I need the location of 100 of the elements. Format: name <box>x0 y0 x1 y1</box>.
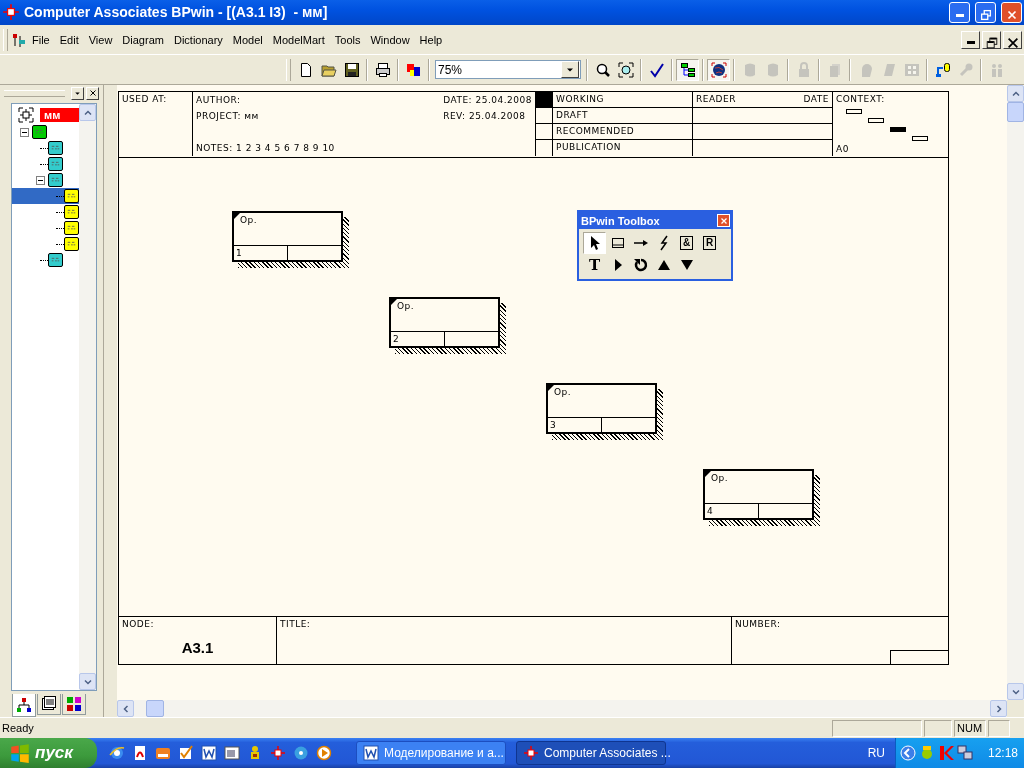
menu-item[interactable]: Window <box>365 31 415 48</box>
field-label: READER <box>696 94 736 106</box>
scrollbar-thumb[interactable] <box>146 700 164 718</box>
menu-item[interactable]: Model <box>227 31 268 48</box>
box-number: 4 <box>705 504 759 519</box>
pin-icon[interactable] <box>11 31 27 48</box>
globe-icon[interactable] <box>109 745 125 761</box>
status-label: PUBLICATION <box>556 142 622 153</box>
activity-box[interactable]: Ор. 3 <box>546 383 657 435</box>
menu-item[interactable]: Diagram <box>117 31 169 48</box>
scrollbar[interactable] <box>117 700 1007 718</box>
tree-item[interactable] <box>12 188 79 205</box>
dropdown-button[interactable] <box>71 86 84 100</box>
panel-tab[interactable] <box>62 694 86 716</box>
minimize-icon <box>955 13 964 17</box>
menu-item[interactable]: Edit <box>54 31 84 48</box>
panel-tab[interactable] <box>12 694 36 718</box>
activity-box[interactable]: Ор. 2 <box>389 297 500 349</box>
document-icon[interactable] <box>201 745 217 761</box>
zoom-dropdown[interactable]: 75% <box>435 60 581 80</box>
node-number: A3.1 <box>180 639 215 657</box>
checkmark-icon <box>648 61 665 78</box>
menu-item[interactable]: Dictionary <box>168 31 228 48</box>
menu-item[interactable]: ModelMart <box>267 31 330 48</box>
windows-flag-icon <box>10 743 30 763</box>
box-number: 2 <box>391 332 445 347</box>
field-label: NUMBER: <box>735 619 782 630</box>
status-label: DRAFT <box>556 110 588 121</box>
status-text: Ready <box>2 722 35 735</box>
panel-tab[interactable] <box>37 694 61 716</box>
box-number: 3 <box>548 418 602 433</box>
field-label: REV: 25.04.2008 <box>443 110 527 124</box>
toolbar-button[interactable] <box>707 58 730 81</box>
window-icon[interactable] <box>224 745 240 761</box>
status-checkbox[interactable] <box>536 124 553 141</box>
restore-icon <box>984 35 999 50</box>
field-label: NODE: <box>122 619 155 630</box>
menu-item[interactable]: Help <box>414 31 448 48</box>
collapse-toggle[interactable] <box>35 175 45 185</box>
taskbar-button[interactable]: Моделирование и а... <box>356 741 506 765</box>
close-icon <box>718 215 729 226</box>
globe-icon <box>710 61 727 78</box>
minimize-icon <box>966 41 975 45</box>
corner-mark-icon <box>234 213 240 220</box>
field-label: AUTHOR: <box>196 94 242 108</box>
toolbar-button[interactable] <box>676 58 699 81</box>
status-checkbox[interactable] <box>536 108 553 125</box>
field-label: PROJECT: мм <box>196 110 260 124</box>
chevron-icon[interactable] <box>899 745 916 761</box>
menu-item[interactable]: File <box>27 31 55 48</box>
rotate-icon <box>632 257 649 274</box>
magnifier-frame-icon <box>617 61 634 78</box>
field-label: USED AT: <box>122 94 167 105</box>
minimize-button[interactable] <box>961 30 980 49</box>
field-label: DATE <box>803 94 829 106</box>
grip-handle[interactable] <box>286 58 291 81</box>
field-label: NOTES: 1 2 3 4 5 6 7 8 9 10 <box>196 142 336 156</box>
disc-icon[interactable] <box>293 745 309 761</box>
collapse-toggle[interactable] <box>19 127 29 137</box>
close-button[interactable] <box>86 86 99 100</box>
scrollbar[interactable] <box>1007 85 1024 701</box>
document-icon[interactable] <box>132 745 148 761</box>
clock: 12:18 <box>987 746 1018 760</box>
checkmark-icon[interactable] <box>178 745 194 761</box>
scrollbar-thumb[interactable] <box>1007 102 1024 123</box>
toolbox-title: BPwin Toolbox <box>581 214 660 227</box>
status-checkbox[interactable] <box>536 92 553 109</box>
restore-button[interactable] <box>982 30 1001 49</box>
toolbox-tool[interactable]: & <box>675 232 698 255</box>
activity-box[interactable]: Ор. 1 <box>232 211 343 263</box>
floppy-icon <box>343 61 360 78</box>
drawer-icon[interactable] <box>155 745 171 761</box>
magnifier-icon <box>594 61 611 78</box>
tree-root-label[interactable]: мм <box>40 108 79 123</box>
grip-handle[interactable] <box>3 28 8 51</box>
text-tool[interactable]: T <box>583 254 606 277</box>
menu-item[interactable]: View <box>83 31 118 48</box>
toolbox-tool[interactable] <box>583 232 606 255</box>
crosshair-icon <box>2 3 20 22</box>
status-indicator: NUM <box>954 719 986 737</box>
box-number: 1 <box>234 246 288 261</box>
frame-icon[interactable] <box>18 107 34 124</box>
play-icon[interactable] <box>316 745 332 761</box>
grid-icon <box>903 61 920 78</box>
network-icon[interactable] <box>956 745 973 761</box>
crosshair-icon <box>523 745 539 761</box>
close-button[interactable] <box>1003 30 1022 49</box>
crosshair-icon[interactable] <box>270 745 286 761</box>
list-icon <box>41 696 57 713</box>
field-label: CONTEXT: <box>836 94 886 105</box>
wrench-icon <box>957 61 974 78</box>
status-panel <box>924 719 952 737</box>
menu-item[interactable]: Tools <box>329 31 366 48</box>
language-indicator[interactable]: RU <box>867 746 885 760</box>
toolbox-tool[interactable]: R <box>698 232 721 255</box>
field-label: TITLE: <box>280 619 312 630</box>
scrollbar[interactable] <box>79 104 96 691</box>
box-label: Ор. <box>711 472 729 484</box>
activity-box[interactable]: Ор. 4 <box>703 469 814 521</box>
colored-blocks-icon <box>66 696 82 713</box>
